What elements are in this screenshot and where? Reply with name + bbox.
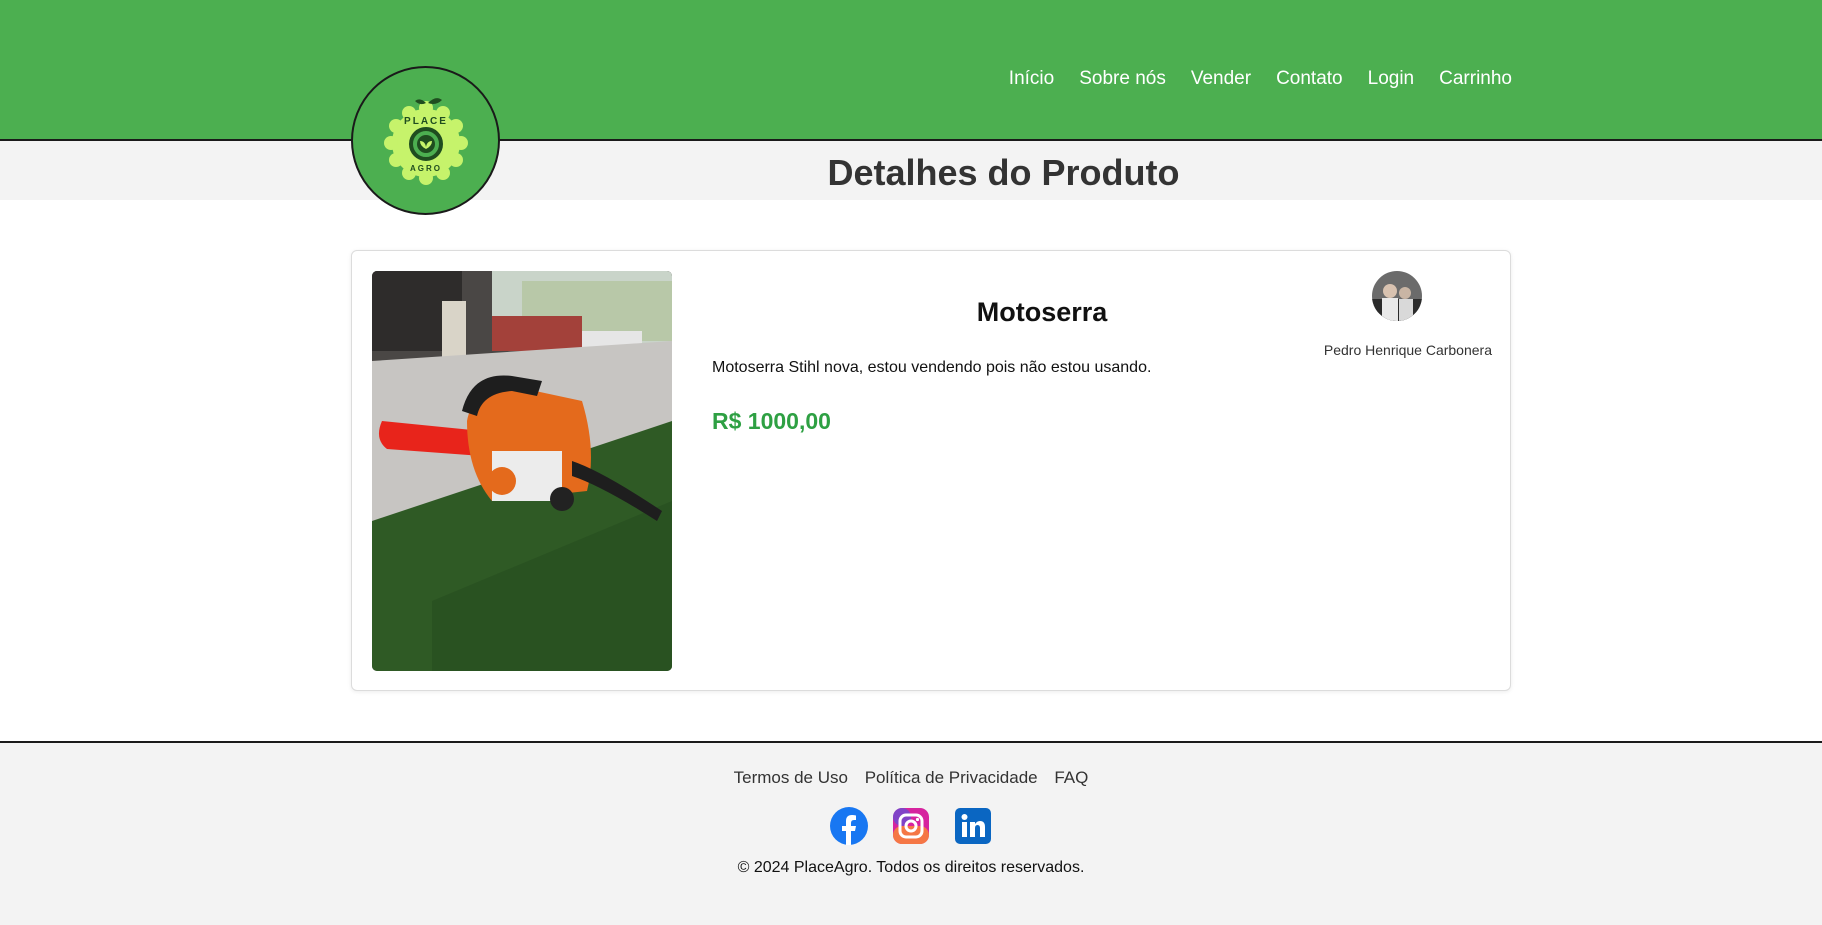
main-nav: Início Sobre nós Vender Contato Login Ca… bbox=[1009, 68, 1512, 90]
footer-link-privacidade[interactable]: Política de Privacidade bbox=[865, 768, 1038, 787]
product-name: Motoserra bbox=[976, 297, 1108, 327]
product-price: R$ 1000,00 bbox=[712, 408, 831, 434]
nav-contato[interactable]: Contato bbox=[1276, 68, 1343, 90]
placeagro-logo[interactable]: PLACE AGRO bbox=[351, 66, 500, 215]
seller-name[interactable]: Pedro Henrique Carbonera bbox=[1312, 342, 1492, 358]
nav-sobre-nos[interactable]: Sobre nós bbox=[1079, 68, 1166, 90]
nav-vender[interactable]: Vender bbox=[1191, 68, 1251, 90]
social-links bbox=[0, 807, 1822, 845]
footer-link-faq[interactable]: FAQ bbox=[1054, 768, 1088, 787]
logo-text-bottom: AGRO bbox=[410, 164, 442, 173]
nav-login[interactable]: Login bbox=[1368, 68, 1415, 90]
instagram-icon[interactable] bbox=[892, 807, 930, 845]
product-card: Motoserra Motoserra Stihl nova, estou ve… bbox=[351, 250, 1511, 691]
page-title: Detalhes do Produto bbox=[827, 152, 1180, 193]
site-footer: Termos de Uso Política de Privacidade FA… bbox=[0, 741, 1822, 925]
logo-text-top: PLACE bbox=[404, 116, 448, 127]
seller-avatar[interactable] bbox=[1372, 271, 1422, 321]
product-description: Motoserra Stihl nova, estou vendendo poi… bbox=[712, 359, 1152, 376]
copyright: © 2024 PlaceAgro. Todos os direitos rese… bbox=[737, 859, 1085, 876]
site-header: Início Sobre nós Vender Contato Login Ca… bbox=[0, 0, 1822, 141]
linkedin-icon[interactable] bbox=[954, 807, 992, 845]
nav-inicio[interactable]: Início bbox=[1009, 68, 1054, 90]
nav-carrinho[interactable]: Carrinho bbox=[1439, 68, 1512, 90]
product-image bbox=[372, 271, 672, 671]
facebook-icon[interactable] bbox=[830, 807, 868, 845]
footer-link-termos[interactable]: Termos de Uso bbox=[734, 768, 848, 787]
logo-badge: PLACE AGRO bbox=[383, 97, 468, 185]
footer-links: Termos de Uso Política de Privacidade FA… bbox=[0, 768, 1822, 788]
